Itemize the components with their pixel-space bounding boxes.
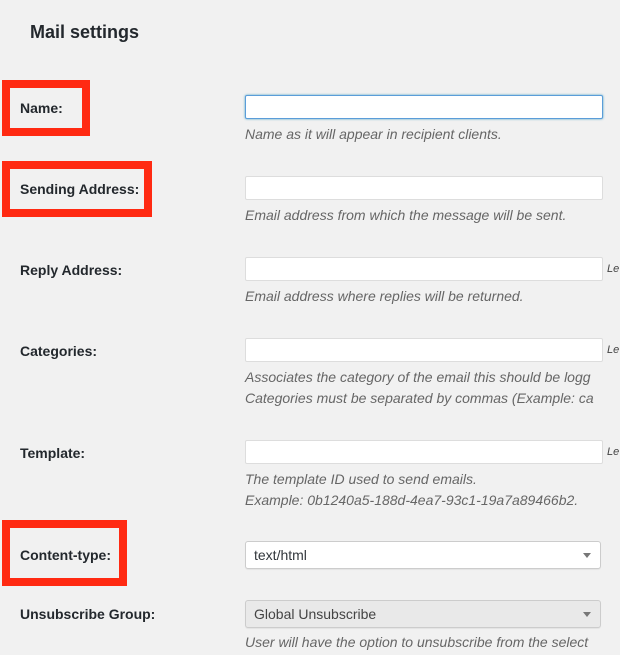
sending-address-description: Email address from which the message wil… [245, 207, 567, 223]
template-label: Template: [20, 445, 86, 461]
chevron-down-icon [583, 553, 591, 558]
template-description-line2: Example: 0b1240a5-188d-4ea7-93c1-19a7a89… [245, 492, 579, 508]
content-type-label: Content-type: [20, 547, 111, 563]
categories-label: Categories: [20, 343, 98, 359]
name-label-highlight: Name: [2, 80, 90, 136]
sending-address-label: Sending Address: [20, 181, 140, 197]
sending-address-label-highlight: Sending Address: [2, 161, 152, 217]
template-aside: Le [607, 446, 620, 458]
template-input[interactable] [245, 440, 603, 464]
unsubscribe-group-label: Unsubscribe Group: [20, 606, 156, 622]
content-type-label-highlight: Content-type: [2, 520, 127, 586]
reply-address-aside: Le [607, 263, 620, 275]
reply-address-label: Reply Address: [20, 262, 123, 278]
categories-aside: Le [607, 344, 620, 356]
categories-input[interactable] [245, 338, 603, 362]
unsubscribe-group-description: User will have the option to unsubscribe… [245, 634, 589, 650]
template-description-line1: The template ID used to send emails. [245, 471, 477, 487]
unsubscribe-group-select[interactable]: Global Unsubscribe [245, 600, 601, 628]
name-description: Name as it will appear in recipient clie… [245, 126, 502, 142]
name-label: Name: [20, 100, 63, 116]
content-type-select[interactable]: text/html [245, 541, 601, 569]
name-input[interactable] [245, 95, 603, 119]
reply-address-input[interactable] [245, 257, 603, 281]
sending-address-input[interactable] [245, 176, 603, 200]
categories-description-line2: Categories must be separated by commas (… [245, 390, 594, 406]
content-type-selected-value: text/html [254, 547, 307, 563]
page-title: Mail settings [30, 22, 140, 42]
chevron-down-icon [583, 612, 591, 617]
mail-settings-page: Mail settings Name: Name as it will appe… [0, 0, 620, 655]
reply-address-description: Email address where replies will be retu… [245, 288, 524, 304]
categories-description-line1: Associates the category of the email thi… [245, 369, 591, 385]
unsubscribe-group-selected-value: Global Unsubscribe [254, 606, 377, 622]
